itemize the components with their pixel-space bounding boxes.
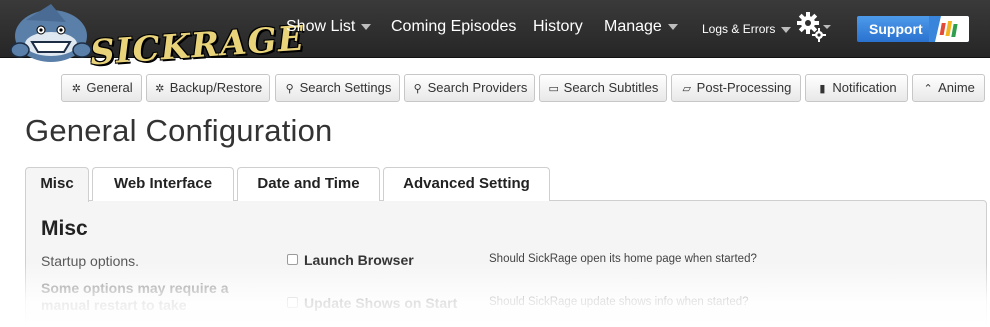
caret-down-icon xyxy=(667,23,678,30)
chevron-up-icon: ⌃ xyxy=(923,83,933,95)
tab-misc-label: Misc xyxy=(40,175,74,192)
book-icon: ▮ xyxy=(819,83,826,95)
search-icon: ⚲ xyxy=(413,83,422,95)
search-icon: ⚲ xyxy=(285,83,294,95)
section-title: Misc xyxy=(41,217,88,240)
subnav-anime-label: Anime xyxy=(938,80,975,95)
tab-web-interface-label: Web Interface xyxy=(113,175,213,192)
update-shows-on-start-description: Should SickRage update shows info when s… xyxy=(489,296,749,308)
folder-open-icon: ▱ xyxy=(682,83,691,95)
subnav-search-subtitles-label: Search Subtitles xyxy=(563,80,659,95)
subnav-general-button[interactable]: ✲ General xyxy=(61,74,142,102)
shark-mascot-icon xyxy=(10,4,92,62)
comment-icon: ▭ xyxy=(548,83,559,95)
tab-advanced-setting[interactable]: Advanced Setting xyxy=(383,167,550,201)
nav-show-list-label: Show List xyxy=(286,18,356,35)
subnav-backup-restore-label: Backup/Restore xyxy=(169,80,263,95)
subnav-notification-button[interactable]: ▮ Notification xyxy=(805,74,908,102)
sickrage-logo[interactable]: SICKRAGE xyxy=(6,0,306,73)
subnav-search-providers-button[interactable]: ⚲ Search Providers xyxy=(404,74,535,102)
subnav-general-label: General xyxy=(86,80,133,95)
subnav-post-processing-label: Post-Processing xyxy=(696,80,792,95)
nav-show-list[interactable]: Show List xyxy=(286,18,372,36)
nav-coming-episodes[interactable]: Coming Episodes xyxy=(391,18,516,36)
gear-icon xyxy=(797,12,831,42)
section-description: Startup options. xyxy=(41,253,140,269)
support-label: Support xyxy=(869,21,923,37)
subnav-anime-button[interactable]: ⌃ Anime xyxy=(912,74,985,102)
subnav-post-processing-button[interactable]: ▱ Post-Processing xyxy=(671,74,801,102)
nav-history[interactable]: History xyxy=(533,18,583,36)
gratipay-logo-icon xyxy=(929,16,969,42)
nav-logs-errors-label: Logs & Errors xyxy=(702,22,776,36)
launch-browser-checkbox[interactable] xyxy=(287,254,298,265)
top-navbar: SICKRAGE Show List Coming Episodes Histo… xyxy=(0,0,990,73)
nav-coming-episodes-label: Coming Episodes xyxy=(391,18,517,35)
tab-advanced-setting-label: Advanced Setting xyxy=(403,175,530,192)
subnav-search-subtitles-button[interactable]: ▭ Search Subtitles xyxy=(539,74,667,102)
logo-text: SICKRAGE xyxy=(88,18,306,74)
update-shows-on-start-checkbox[interactable] xyxy=(287,297,298,308)
update-shows-on-start-label: Update Shows on Start xyxy=(304,295,458,311)
support-button[interactable]: Support xyxy=(857,16,969,42)
settings-menu[interactable] xyxy=(797,12,833,42)
nav-manage-label: Manage xyxy=(604,18,662,35)
nav-manage[interactable]: Manage xyxy=(604,18,678,36)
nav-history-label: History xyxy=(533,18,583,35)
tab-date-and-time-label: Date and Time xyxy=(257,175,360,192)
subnav-search-providers-label: Search Providers xyxy=(427,80,528,95)
launch-browser-description: Should SickRage open its home page when … xyxy=(489,253,757,265)
subnav-notification-label: Notification xyxy=(832,80,897,95)
subnav-search-settings-button[interactable]: ⚲ Search Settings xyxy=(275,74,400,102)
section-note: Some options may require a manual restar… xyxy=(41,280,229,313)
nav-logs-errors[interactable]: Logs & Errors xyxy=(702,22,792,36)
subnav-backup-restore-button[interactable]: ✲ Backup/Restore xyxy=(146,74,270,102)
tab-date-and-time[interactable]: Date and Time xyxy=(237,167,380,201)
tab-misc[interactable]: Misc xyxy=(25,167,89,202)
config-subnav: ✲ General ✲ Backup/Restore ⚲ Search Setting… xyxy=(0,74,990,104)
tab-web-interface[interactable]: Web Interface xyxy=(92,167,234,201)
gear-icon: ✲ xyxy=(155,83,165,95)
gear-icon: ✲ xyxy=(71,83,81,95)
page-title: General Configuration xyxy=(25,113,333,148)
caret-down-icon xyxy=(781,26,792,33)
launch-browser-label: Launch Browser xyxy=(304,252,414,268)
caret-down-icon xyxy=(361,23,372,30)
subnav-search-settings-label: Search Settings xyxy=(299,80,392,95)
